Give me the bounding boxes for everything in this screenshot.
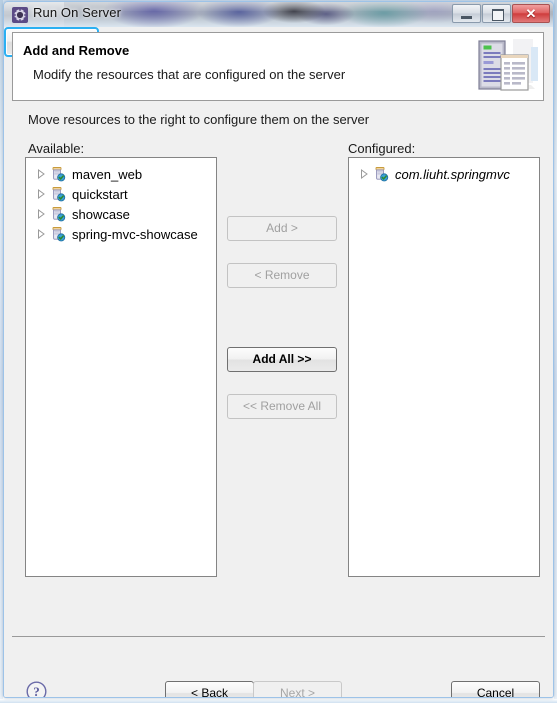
expand-arrow-icon[interactable] (34, 207, 48, 221)
expand-arrow-icon[interactable] (34, 227, 48, 241)
jar-project-icon (50, 206, 66, 222)
jar-project-icon (50, 226, 66, 242)
server-document-icon (467, 33, 539, 100)
expand-arrow-icon[interactable] (34, 167, 48, 181)
configured-resources-list[interactable]: com.liuht.springmvc (348, 157, 540, 577)
available-label: Available: (28, 141, 85, 156)
svg-text:?: ? (33, 684, 40, 698)
footer-separator (12, 636, 545, 637)
desktop-backdrop: Run On Server ✕ Add and Remove Modify th… (0, 0, 557, 703)
instruction-text: Move resources to the right to configure… (28, 112, 370, 127)
tree-item-label: com.liuht.springmvc (395, 166, 510, 182)
window-title: Run On Server (33, 5, 122, 20)
tree-item-label: quickstart (72, 186, 128, 202)
configured-label: Configured: (348, 141, 416, 156)
jar-project-icon (373, 166, 389, 182)
wizard-page-header: Add and Remove Modify the resources that… (12, 32, 544, 101)
cancel-button[interactable]: Cancel (451, 681, 540, 697)
tree-item-label: maven_web (72, 166, 143, 182)
add-all-button[interactable]: Add All >> (227, 347, 337, 372)
jar-project-icon (50, 186, 66, 202)
tree-item-label: showcase (72, 206, 130, 222)
maximize-icon (492, 9, 504, 21)
close-button[interactable]: ✕ (512, 4, 550, 23)
available-resources-list[interactable]: maven_web quickstart showcase spring-mvc-sh… (25, 157, 217, 577)
jar-project-icon (50, 166, 66, 182)
expand-arrow-icon[interactable] (34, 187, 48, 201)
remove-button[interactable]: < Remove (227, 263, 337, 288)
gear-icon (12, 7, 28, 23)
tree-item[interactable]: maven_web (26, 164, 216, 184)
expand-arrow-icon[interactable] (357, 167, 371, 181)
tree-item[interactable]: quickstart (26, 184, 216, 204)
maximize-button[interactable] (482, 4, 511, 23)
run-on-server-dialog: Run On Server ✕ Add and Remove Modify th… (3, 1, 554, 698)
dialog-client-area: Add and Remove Modify the resources that… (4, 27, 553, 697)
minimize-button[interactable] (452, 4, 481, 23)
close-icon: ✕ (525, 6, 537, 21)
tree-item[interactable]: com.liuht.springmvc (349, 164, 539, 184)
desktop-bottom-strip (0, 699, 557, 703)
add-button[interactable]: Add > (227, 216, 337, 241)
next-button[interactable]: Next > (253, 681, 342, 697)
page-description: Modify the resources that are configured… (33, 67, 346, 82)
tree-item[interactable]: spring-mvc-showcase (26, 224, 216, 244)
page-title: Add and Remove (23, 43, 130, 58)
help-icon[interactable]: ? (26, 681, 47, 698)
remove-all-button[interactable]: << Remove All (227, 394, 337, 419)
tree-item[interactable]: showcase (26, 204, 216, 224)
title-bar[interactable]: Run On Server ✕ (4, 2, 553, 27)
tree-item-label: spring-mvc-showcase (72, 226, 198, 242)
back-button[interactable]: < Back (165, 681, 254, 697)
